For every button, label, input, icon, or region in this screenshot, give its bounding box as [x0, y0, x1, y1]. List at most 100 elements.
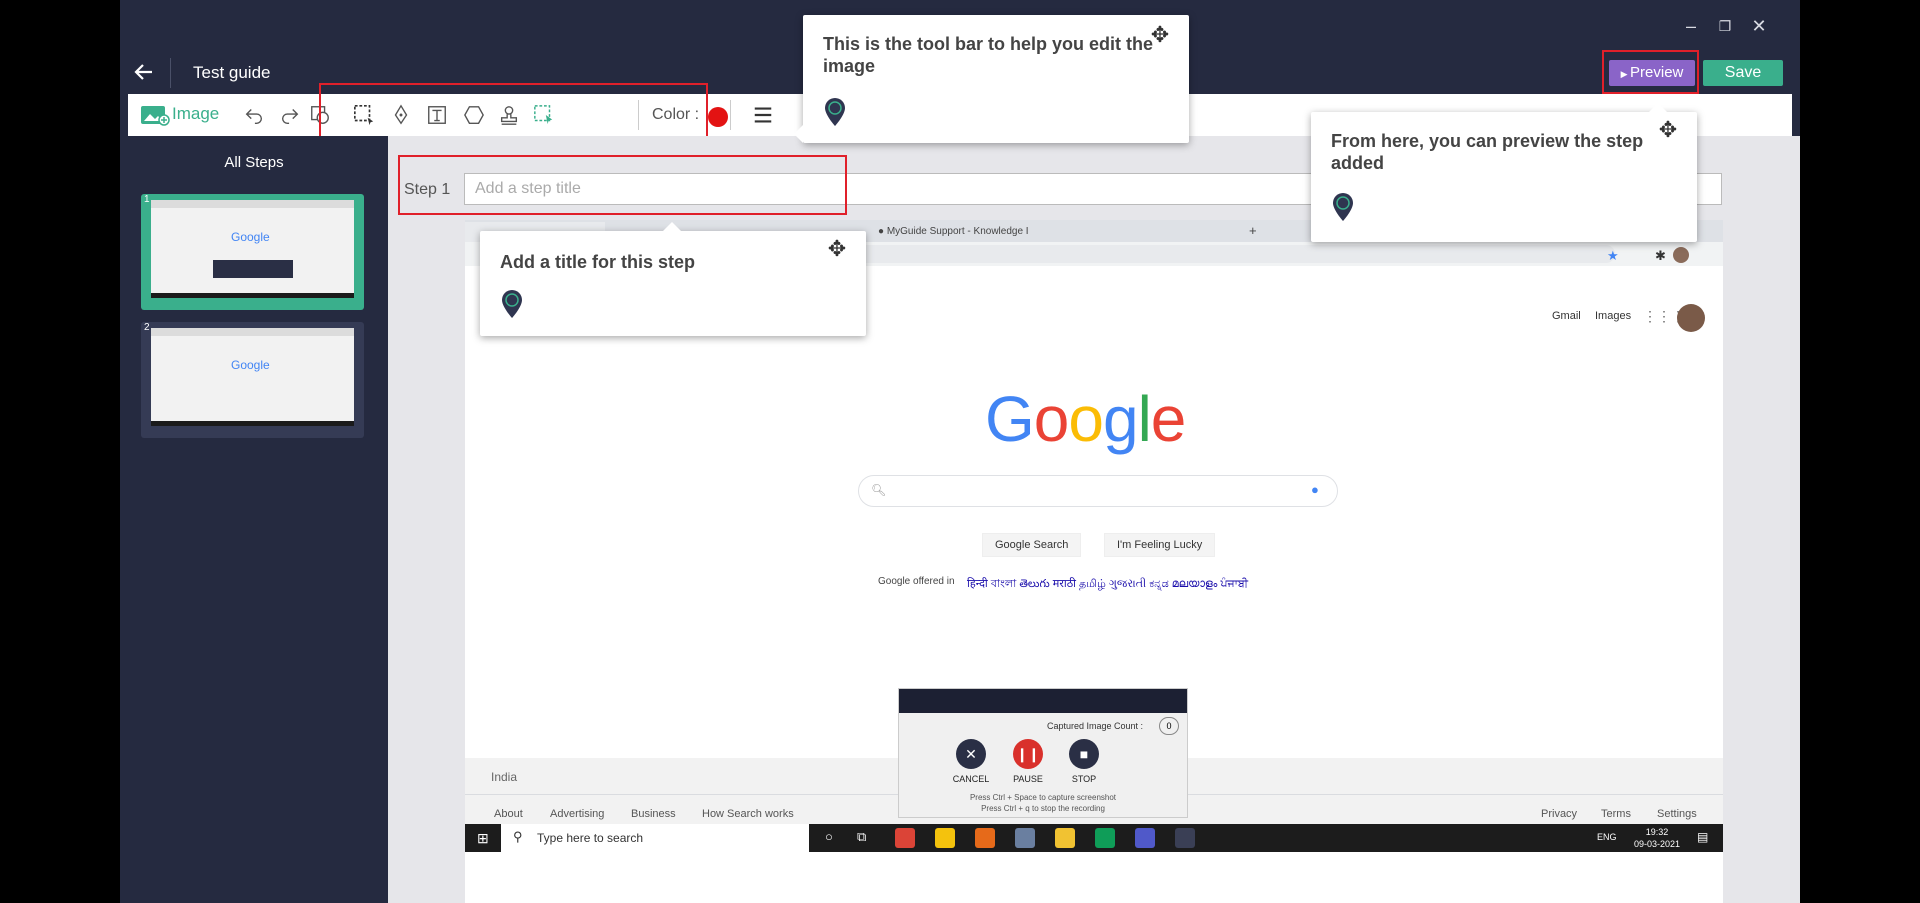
- close-icon[interactable]: ✕: [1746, 13, 1772, 39]
- popup-pointer: [1649, 103, 1667, 112]
- image-label: Image: [172, 104, 220, 123]
- thumbnail-image: Google: [151, 328, 354, 426]
- extensions-icon: ✱: [1655, 248, 1666, 263]
- cancel-label: CANCEL: [952, 774, 990, 784]
- windows-start-icon: ⊞: [477, 830, 489, 846]
- language-links: हिन्दी বাংলা తెలుగు मराठी தமிழ் ગુજરાતી …: [967, 578, 1249, 590]
- all-steps-title: All Steps: [224, 154, 284, 171]
- thumbnail-image: Google: [151, 200, 354, 298]
- preview-hint-popup: From here, you can preview the step adde…: [1311, 103, 1697, 242]
- country-text: India: [491, 770, 518, 784]
- step-number: 1: [144, 194, 150, 205]
- task-view-icon: ⧉: [857, 829, 867, 844]
- browser-tab: [1055, 222, 1235, 242]
- toolbar-hint-popup: This is the tool bar to help you edit th…: [794, 15, 1189, 143]
- google-search-box: 🔍︎ ●: [858, 475, 1338, 507]
- google-search-button: Google Search: [982, 533, 1082, 557]
- clock-time: 19:32: [1645, 827, 1669, 837]
- gmail-link: Gmail: [1552, 310, 1581, 322]
- color-swatch[interactable]: [708, 107, 728, 127]
- popup-text: This is the tool bar to help you edit th…: [823, 34, 1154, 76]
- undo-icon[interactable]: [243, 104, 265, 126]
- shield-icon: ●: [878, 226, 887, 237]
- myguide-icon: [1175, 828, 1195, 848]
- move-icon[interactable]: ✥: [1656, 118, 1680, 142]
- search-icon: 🔍︎: [871, 483, 887, 497]
- feeling-lucky-button: I'm Feeling Lucky: [1104, 533, 1216, 557]
- new-tab-icon: +: [1249, 223, 1257, 238]
- app-window: – ❐ ✕ Test guide ▶ Preview Save Image Co…: [120, 0, 1800, 903]
- popup-text: From here, you can preview the step adde…: [1331, 131, 1644, 173]
- footer-link: Advertising: [550, 808, 605, 820]
- search-icon: ⚲: [513, 829, 523, 844]
- chrome-icon: [1095, 828, 1115, 848]
- taskbar-search: ⚲ Type here to search: [501, 824, 809, 852]
- browser-tab: ● MyGuide Support - Knowledge I: [870, 222, 1055, 242]
- images-link: Images: [1595, 310, 1632, 322]
- highlight-preview: [1602, 50, 1699, 94]
- teams-icon: [1135, 828, 1155, 848]
- pause-icon: ❙❙: [1013, 739, 1043, 769]
- chrome-icon: [895, 828, 915, 848]
- title-hint-popup: Add a title for this step ✥: [480, 222, 866, 336]
- taskbar-clock: 19:32 09-03-2021: [1627, 826, 1687, 850]
- footer-link: About: [494, 808, 523, 820]
- tab-title: MyGuide Support - Knowledge I: [886, 226, 1029, 237]
- notification-icon: ▤: [1697, 830, 1709, 844]
- image-button[interactable]: Image: [136, 101, 227, 129]
- guide-title: Test guide: [193, 63, 271, 82]
- app-icon: [975, 828, 995, 848]
- recorder-hint: Press Ctrl + q to stop the recording: [981, 804, 1105, 813]
- location-pin-icon: [823, 97, 847, 127]
- footer-link: Business: [631, 808, 676, 820]
- step-thumbnail[interactable]: 1 Google: [141, 194, 364, 310]
- location-pin-icon: [500, 289, 524, 319]
- stop-icon: ■: [1069, 739, 1099, 769]
- cancel-icon: ✕: [956, 739, 986, 769]
- footer-link: How Search works: [702, 808, 794, 820]
- avatar: [1677, 304, 1705, 332]
- arrow-left-icon[interactable]: [132, 60, 156, 91]
- avatar: [1673, 247, 1689, 263]
- image-icon: [140, 104, 170, 131]
- location-pin-icon: [1331, 192, 1355, 222]
- sticky-notes-icon: [935, 828, 955, 848]
- clock-date: 09-03-2021: [1633, 839, 1681, 849]
- google-logo: Google: [985, 383, 1186, 455]
- restore-icon[interactable]: ❐: [1712, 13, 1738, 39]
- move-icon[interactable]: ✥: [1148, 23, 1172, 47]
- toolbar-divider: [730, 100, 731, 130]
- offered-in-text: Google offered in: [878, 576, 955, 587]
- footer-link: Terms: [1601, 808, 1631, 820]
- recorder-hint: Press Ctrl + Space to capture screenshot: [969, 793, 1117, 802]
- popup-pointer: [663, 222, 681, 231]
- step-thumbnail[interactable]: 2 Google: [141, 322, 364, 438]
- language-indicator: ENG: [1597, 832, 1617, 842]
- captured-count-label: Captured Image Count :: [1047, 721, 1144, 731]
- save-button[interactable]: Save: [1703, 60, 1783, 86]
- move-icon[interactable]: ✥: [825, 237, 849, 261]
- star-icon: ★: [1607, 248, 1619, 263]
- step-number: 2: [144, 322, 150, 333]
- stop-label: STOP: [1071, 774, 1097, 784]
- app-icon: [1015, 828, 1035, 848]
- redo-icon[interactable]: [279, 104, 301, 126]
- steps-sidebar: All Steps 1 Google 2 Google: [120, 136, 388, 903]
- taskbar-search-text: Type here to search: [537, 831, 644, 845]
- header-divider: [170, 58, 171, 88]
- pause-label: PAUSE: [1013, 774, 1043, 784]
- captured-count: 0: [1159, 717, 1179, 735]
- microphone-icon: ●: [1311, 482, 1319, 497]
- windows-taskbar: ⊞ ⚲ Type here to search ○ ⧉ ENG 19:32 09-…: [465, 824, 1723, 852]
- popup-pointer: [794, 125, 803, 143]
- file-explorer-icon: [1055, 828, 1075, 848]
- recorder-header: [899, 689, 1187, 713]
- footer-link: Settings: [1657, 808, 1697, 820]
- footer-link: Privacy: [1541, 808, 1578, 820]
- cortana-icon: ○: [825, 829, 833, 844]
- popup-text: Add a title for this step: [500, 252, 696, 272]
- highlight-step-title: [398, 155, 847, 215]
- menu-icon[interactable]: [752, 104, 774, 126]
- highlight-toolbar: [319, 83, 708, 143]
- minimize-icon[interactable]: –: [1678, 13, 1704, 39]
